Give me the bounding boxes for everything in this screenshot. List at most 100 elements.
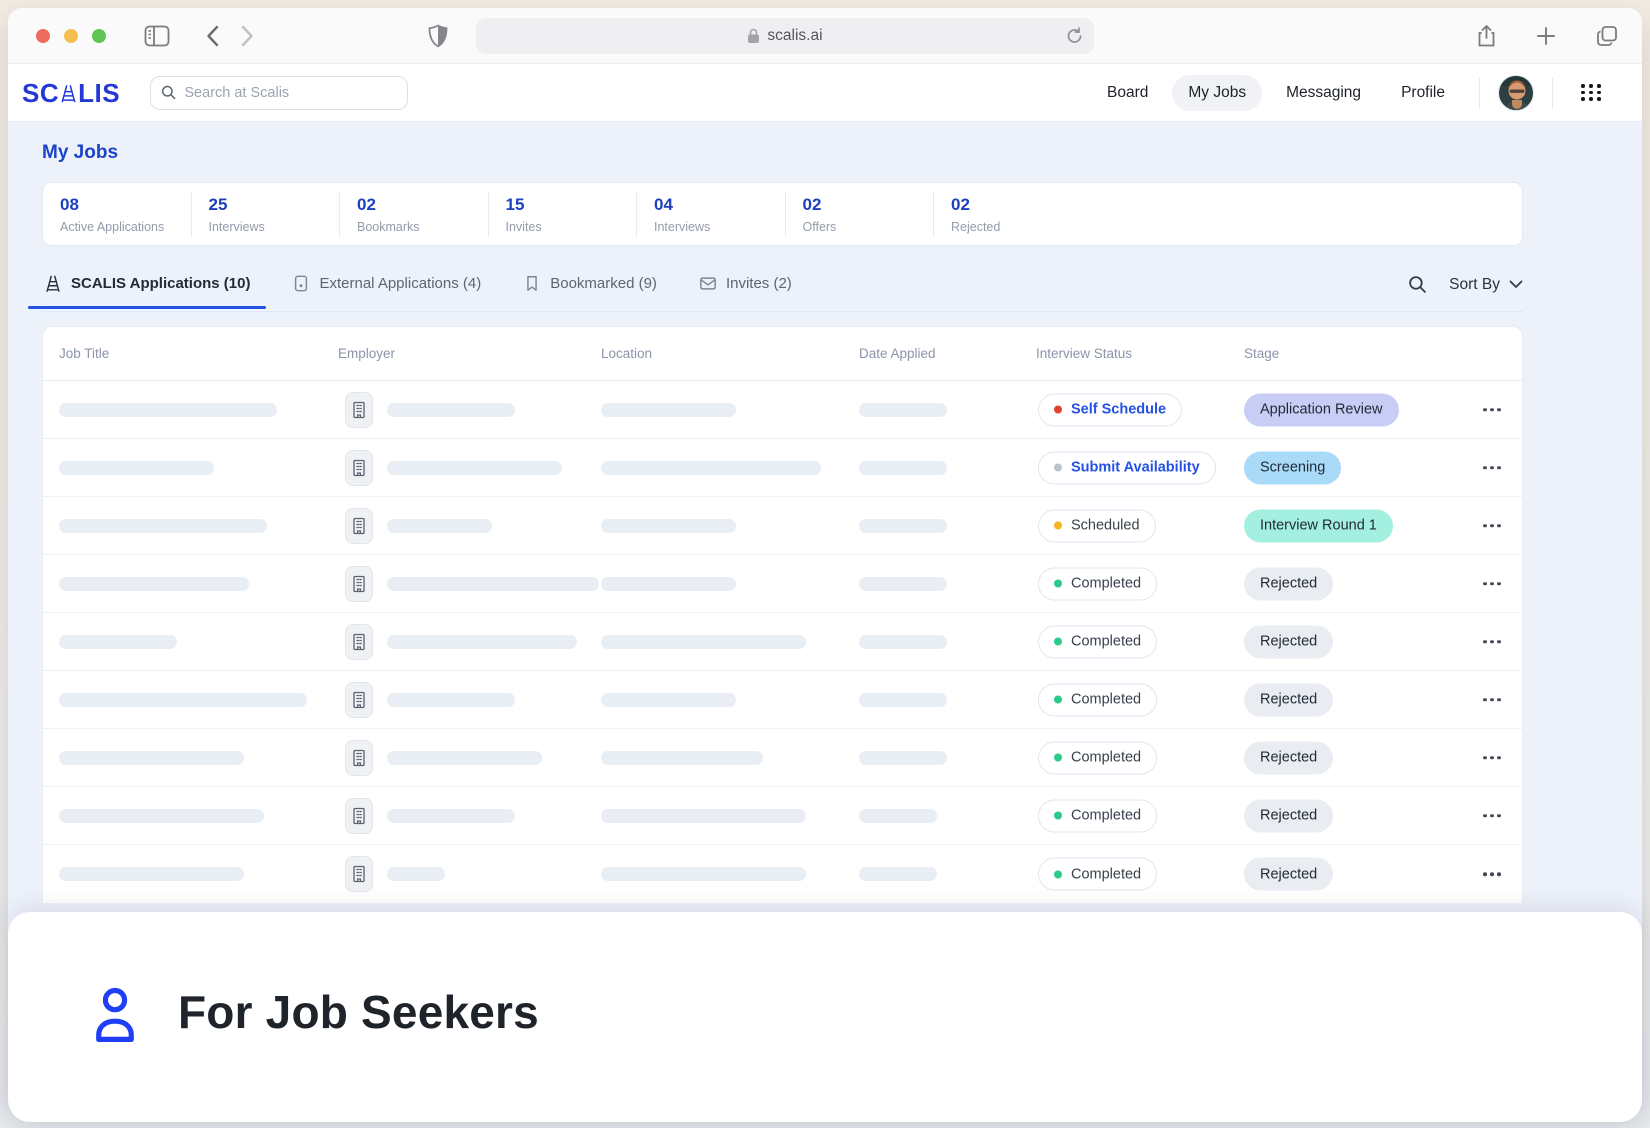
stat-item: 02 Rejected (934, 191, 1083, 237)
tab-external-applications-4-[interactable]: External Applications (4) (290, 270, 483, 307)
date-applied-placeholder (859, 693, 947, 707)
tab-bookmarked-9-[interactable]: Bookmarked (9) (521, 270, 659, 307)
table-row[interactable]: Completed Rejected (43, 613, 1522, 671)
search-input[interactable] (184, 85, 397, 101)
job-title-placeholder (59, 693, 307, 707)
interview-status-badge[interactable]: Submit Availability (1038, 451, 1216, 484)
location-placeholder (601, 751, 763, 765)
reload-icon[interactable] (1066, 27, 1083, 45)
table-row[interactable]: Completed Rejected (43, 671, 1522, 729)
location-placeholder (601, 635, 806, 649)
interview-status-badge[interactable]: Completed (1038, 683, 1157, 716)
envelope-icon (699, 274, 717, 293)
tab-invites-2-[interactable]: Invites (2) (697, 270, 794, 307)
table-search-icon[interactable] (1408, 275, 1427, 294)
document-icon (292, 274, 310, 293)
table-row[interactable]: Completed Rejected (43, 787, 1522, 845)
row-actions-icon[interactable] (1477, 864, 1507, 884)
chevron-down-icon (1509, 280, 1523, 289)
stat-item: 04 Interviews (637, 191, 786, 237)
apps-grid-icon[interactable] (1581, 84, 1602, 101)
row-actions-icon[interactable] (1477, 748, 1507, 768)
interview-status-badge[interactable]: Completed (1038, 625, 1157, 658)
interview-status-badge[interactable]: Completed (1038, 799, 1157, 832)
address-bar[interactable]: scalis.ai (476, 18, 1094, 54)
zoom-window-button[interactable] (92, 29, 106, 43)
interview-status-badge[interactable]: Scheduled (1038, 509, 1156, 542)
new-tab-icon[interactable] (1536, 26, 1556, 46)
url-text: scalis.ai (767, 27, 822, 45)
table-body: Self Schedule Application Review Submit … (43, 381, 1522, 903)
interview-status-badge[interactable]: Completed (1038, 741, 1157, 774)
nav-item-my-jobs[interactable]: My Jobs (1172, 75, 1262, 111)
stage-badge: Interview Round 1 (1244, 509, 1393, 542)
location-placeholder (601, 403, 736, 417)
row-actions-icon[interactable] (1477, 574, 1507, 594)
sidebar-toggle-icon[interactable] (144, 25, 170, 47)
job-title-placeholder (59, 751, 244, 765)
share-icon[interactable] (1477, 24, 1496, 48)
logo-text-start: SC (22, 80, 59, 106)
ladder-icon (44, 274, 62, 293)
back-icon[interactable] (206, 25, 219, 47)
column-header-interview-status: Interview Status (1036, 346, 1132, 361)
building-icon (345, 392, 373, 428)
nav-item-profile[interactable]: Profile (1385, 75, 1461, 111)
nav-item-board[interactable]: Board (1091, 75, 1164, 111)
interview-status-badge[interactable]: Self Schedule (1038, 393, 1182, 426)
stage-badge: Rejected (1244, 625, 1333, 658)
row-actions-icon[interactable] (1477, 690, 1507, 710)
person-icon (92, 985, 138, 1043)
close-window-button[interactable] (36, 29, 50, 43)
app-header: SC LIS BoardMy JobsMessagingProfile (8, 64, 1642, 122)
stat-value: 25 (209, 195, 340, 215)
table-row[interactable]: Completed Rejected (43, 555, 1522, 613)
tab-label: Bookmarked (9) (550, 275, 657, 292)
date-applied-placeholder (859, 867, 937, 881)
date-applied-placeholder (859, 635, 947, 649)
scalis-logo[interactable]: SC LIS (22, 80, 120, 106)
sort-by-button[interactable]: Sort By (1449, 276, 1523, 294)
nav-item-messaging[interactable]: Messaging (1270, 75, 1377, 111)
privacy-shield-icon[interactable] (428, 24, 448, 48)
stat-label: Invites (506, 220, 637, 234)
stat-item: 02 Bookmarks (340, 191, 489, 237)
table-row[interactable]: Self Schedule Application Review (43, 381, 1522, 439)
row-actions-icon[interactable] (1477, 806, 1507, 826)
interview-status-badge[interactable]: Completed (1038, 567, 1157, 600)
employer-placeholder (387, 867, 445, 881)
ladder-icon (60, 82, 77, 105)
row-actions-icon[interactable] (1477, 400, 1507, 420)
forward-icon[interactable] (241, 25, 254, 47)
column-header-job-title: Job Title (59, 346, 109, 361)
row-actions-icon[interactable] (1477, 458, 1507, 478)
stats-card: 08 Active Applications 25 Interviews 02 … (42, 182, 1523, 246)
table-row[interactable]: Submit Availability Screening (43, 439, 1522, 497)
global-search[interactable] (150, 76, 408, 110)
job-title-placeholder (59, 809, 264, 823)
employer-placeholder (387, 693, 515, 707)
status-label: Scheduled (1071, 518, 1140, 534)
minimize-window-button[interactable] (64, 29, 78, 43)
avatar[interactable] (1498, 75, 1534, 111)
bookmark-icon (523, 274, 541, 293)
building-icon (345, 508, 373, 544)
tab-scalis-applications-10-[interactable]: SCALIS Applications (10) (42, 270, 252, 307)
date-applied-placeholder (859, 519, 947, 533)
job-title-placeholder (59, 519, 267, 533)
status-dot-icon (1054, 696, 1062, 704)
interview-status-badge[interactable]: Completed (1038, 858, 1157, 891)
job-title-placeholder (59, 577, 249, 591)
stat-label: Interviews (209, 220, 340, 234)
row-actions-icon[interactable] (1477, 516, 1507, 536)
job-title-placeholder (59, 461, 214, 475)
stat-label: Bookmarks (357, 220, 488, 234)
status-label: Completed (1071, 576, 1141, 592)
stage-badge: Rejected (1244, 683, 1333, 716)
table-row[interactable]: Completed Rejected (43, 845, 1522, 903)
table-row[interactable]: Scheduled Interview Round 1 (43, 497, 1522, 555)
tab-overview-icon[interactable] (1596, 25, 1618, 47)
for-job-seekers-panel: For Job Seekers (8, 912, 1642, 1122)
row-actions-icon[interactable] (1477, 632, 1507, 652)
table-row[interactable]: Completed Rejected (43, 729, 1522, 787)
